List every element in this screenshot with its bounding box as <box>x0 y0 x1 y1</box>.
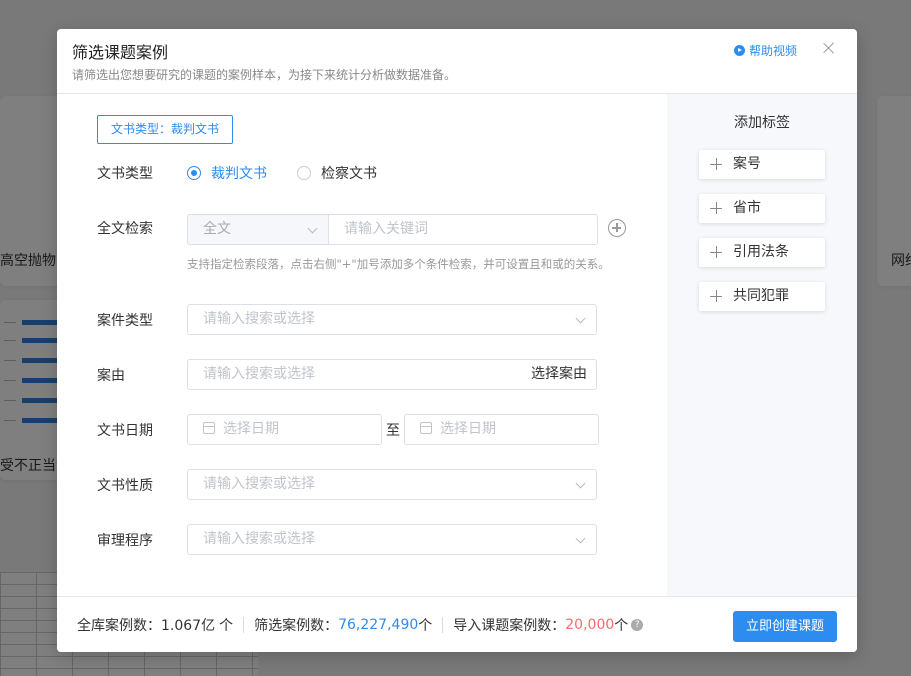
radio-judgment-label: 裁判文书 <box>211 166 267 182</box>
end-date-picker[interactable]: 选择日期 <box>404 414 599 445</box>
create-topic-button[interactable]: 立即创建课题 <box>733 611 837 642</box>
filtered-cases-unit: 个 <box>418 618 433 634</box>
tag-label: 引用法条 <box>733 244 789 260</box>
dialog-subtitle: 请筛选出您想要研究的课题的案例样本，为接下来统计分析做数据准备。 <box>72 68 457 82</box>
radio-procuratorate-label: 检察文书 <box>321 166 377 182</box>
date-label: 文书日期 <box>97 423 153 439</box>
keyword-input[interactable]: 请输入关键词 <box>328 214 598 245</box>
plus-icon <box>710 290 722 302</box>
keyword-placeholder: 请输入关键词 <box>344 221 428 237</box>
fulltext-scope-select[interactable]: 全文 <box>187 214 329 245</box>
end-date-placeholder: 选择日期 <box>440 421 496 437</box>
tag-label: 省市 <box>733 200 761 216</box>
total-cases-value: 1.067亿 <box>161 618 216 634</box>
tag-panel-title: 添加标签 <box>734 115 790 131</box>
total-cases-label: 全库案例数： <box>77 618 161 634</box>
add-condition-icon[interactable] <box>608 219 626 237</box>
help-video-link[interactable]: 帮助视频 <box>734 42 797 59</box>
nature-label: 文书性质 <box>97 478 153 494</box>
plus-icon <box>710 246 722 258</box>
close-icon[interactable] <box>821 40 837 56</box>
fulltext-hint: 支持指定检索段落，点击右侧"+"加号添加多个条件检索，并可设置且和或的关系。 <box>187 257 610 271</box>
date-range-separator: 至 <box>386 423 400 439</box>
add-tag-joint-crime[interactable]: 共同犯罪 <box>699 282 825 311</box>
divider <box>243 617 245 633</box>
case-type-label: 案件类型 <box>97 313 153 329</box>
select-cause-button[interactable]: 选择案由 <box>531 360 587 389</box>
chevron-down-icon <box>575 313 586 324</box>
radio-checked-icon <box>187 166 201 180</box>
chevron-down-icon <box>575 478 586 489</box>
dialog-title: 筛选课题案例 <box>72 43 169 62</box>
procedure-select[interactable]: 请输入搜索或选择 <box>187 524 597 555</box>
case-type-select[interactable]: 请输入搜索或选择 <box>187 304 597 335</box>
import-cases-value: 20,000 <box>565 617 615 633</box>
import-cases-unit: 个 <box>614 618 629 634</box>
add-tag-case-number[interactable]: 案号 <box>699 150 825 179</box>
import-cases-label: 导入课题案例数： <box>453 618 566 634</box>
fulltext-scope-value: 全文 <box>203 221 231 237</box>
calendar-icon <box>203 422 215 434</box>
calendar-icon <box>420 422 432 434</box>
radio-unchecked-icon <box>297 166 311 180</box>
doc-type-filter-chip[interactable]: 文书类型：裁判文书 <box>97 115 234 144</box>
nature-select[interactable]: 请输入搜索或选择 <box>187 469 597 500</box>
chevron-down-icon <box>307 223 318 234</box>
divider <box>442 617 444 633</box>
total-cases-unit: 个 <box>219 618 234 634</box>
procedure-placeholder: 请输入搜索或选择 <box>203 531 315 547</box>
radio-procuratorate-docs[interactable]: 检察文书 <box>297 163 377 183</box>
play-icon <box>734 45 745 56</box>
fulltext-label: 全文检索 <box>97 221 153 237</box>
help-video-label: 帮助视频 <box>749 44 798 58</box>
tag-label: 共同犯罪 <box>733 288 789 304</box>
case-statistics: 全库案例数： 1.067亿 个 筛选案例数： 76,227,490 个 导入课题… <box>77 615 644 635</box>
filtered-cases-value: 76,227,490 <box>338 617 419 633</box>
filter-cases-dialog: 筛选课题案例 请筛选出您想要研究的课题的案例样本，为接下来统计分析做数据准备。 … <box>57 29 857 652</box>
radio-judgment-docs[interactable]: 裁判文书 <box>187 163 267 183</box>
filter-form: 文书类型：裁判文书 文书类型 裁判文书 检察文书 全文检索 全文 请输入关键词 … <box>57 94 667 596</box>
filtered-cases-label: 筛选案例数： <box>254 618 339 634</box>
case-type-placeholder: 请输入搜索或选择 <box>203 311 315 327</box>
question-icon[interactable]: ? <box>631 619 644 631</box>
plus-icon <box>710 202 722 214</box>
tag-panel: 添加标签 案号 省市 引用法条 共同犯罪 <box>667 94 857 596</box>
procedure-label: 审理程序 <box>97 533 153 549</box>
chevron-down-icon <box>575 533 586 544</box>
dialog-footer: 全库案例数： 1.067亿 个 筛选案例数： 76,227,490 个 导入课题… <box>57 596 857 652</box>
cause-label: 案由 <box>97 368 125 384</box>
add-tag-cited-law[interactable]: 引用法条 <box>699 238 825 267</box>
start-date-picker[interactable]: 选择日期 <box>187 414 382 445</box>
doc-type-label: 文书类型 <box>97 166 153 182</box>
cause-placeholder: 请输入搜索或选择 <box>203 366 315 382</box>
nature-placeholder: 请输入搜索或选择 <box>203 476 315 492</box>
plus-icon <box>710 158 722 170</box>
dialog-header: 筛选课题案例 请筛选出您想要研究的课题的案例样本，为接下来统计分析做数据准备。 … <box>57 29 857 94</box>
tag-label: 案号 <box>733 156 761 172</box>
start-date-placeholder: 选择日期 <box>223 421 279 437</box>
add-tag-province[interactable]: 省市 <box>699 194 825 223</box>
cause-input[interactable]: 请输入搜索或选择 选择案由 <box>187 359 597 390</box>
